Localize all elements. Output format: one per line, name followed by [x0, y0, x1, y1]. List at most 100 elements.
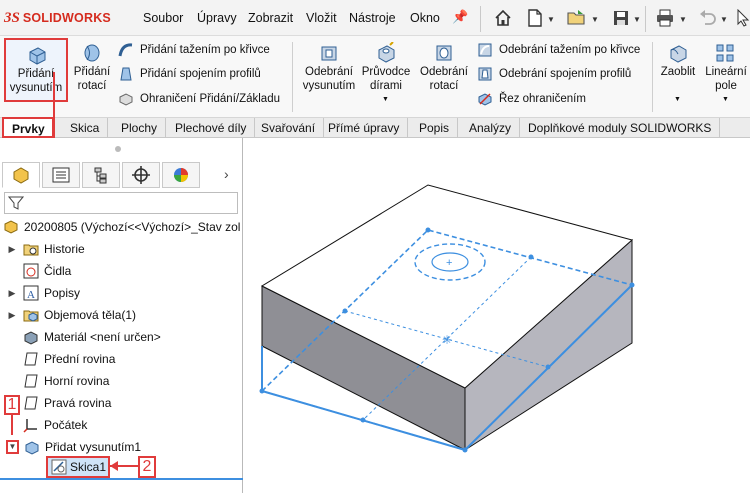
tab-direct-editing[interactable]: Přímé úpravy: [320, 118, 409, 138]
filter-funnel-icon: [8, 196, 24, 210]
undo-icon[interactable]: [697, 7, 719, 29]
tree-item-material[interactable]: Materiál <není určen>: [6, 326, 161, 348]
tree-item-origin[interactable]: Počátek: [6, 414, 87, 436]
menu-window[interactable]: Okno: [410, 11, 440, 25]
tab-feature-manager[interactable]: [2, 162, 40, 188]
graphics-area[interactable]: + ✳: [244, 138, 750, 493]
tree-item-history[interactable]: ▶ Historie: [6, 238, 85, 260]
swept-cut-label: Odebrání tažením po křivce: [499, 44, 641, 56]
hole-wizard-button[interactable]: Průvodce dírami ▼: [360, 38, 412, 103]
print-dropdown-icon[interactable]: ▼: [679, 15, 687, 24]
part-model-view: + ✳: [259, 184, 635, 453]
ribbon-divider: [292, 42, 293, 112]
revolved-cut-button[interactable]: Odebrání rotací: [418, 38, 470, 102]
tree-item-label: Čidla: [44, 264, 72, 278]
open-folder-icon[interactable]: [566, 7, 588, 29]
menu-insert[interactable]: Vložit: [306, 11, 337, 25]
toolbar-divider: [645, 6, 646, 32]
swept-boss-button[interactable]: Přidání tažením po křivce: [118, 40, 270, 60]
tab-markup[interactable]: Popis: [411, 118, 459, 138]
fillet-button[interactable]: Zaoblit ▼: [656, 38, 700, 103]
menu-view[interactable]: Zobrazit: [248, 11, 293, 25]
tree-item-label: Historie: [44, 242, 85, 256]
panel-splitter-handle[interactable]: [115, 146, 121, 152]
tab-configuration-manager[interactable]: [82, 162, 120, 188]
tree-item-top-plane[interactable]: Horní rovina: [6, 370, 109, 392]
pin-icon[interactable]: 📌: [452, 9, 468, 25]
linear-pattern-button[interactable]: Lineární pole ▼: [703, 38, 749, 103]
tab-display-manager[interactable]: [162, 162, 200, 188]
boundary-boss-icon: [119, 93, 133, 106]
expand-arrow-icon[interactable]: ▶: [6, 244, 18, 255]
tree-item-sketch1[interactable]: Skica1: [46, 456, 110, 478]
tab-features[interactable]: Prvky: [2, 117, 54, 138]
annotations-icon: A: [22, 284, 40, 302]
property-manager-icon: [52, 167, 70, 183]
tab-dimxpert-manager[interactable]: [122, 162, 160, 188]
sensor-icon: [22, 262, 40, 280]
open-dropdown-icon[interactable]: ▼: [591, 15, 599, 24]
new-document-icon[interactable]: [524, 7, 546, 29]
fillet-dropdown-icon[interactable]: ▼: [674, 96, 681, 103]
origin-mark: ✳: [442, 333, 452, 347]
tab-sheet-metal[interactable]: Plechové díly: [167, 118, 256, 138]
home-icon[interactable]: [492, 7, 514, 29]
command-manager-ribbon: Přidání vysunutím Přidání rotací Přidání…: [0, 36, 750, 118]
tree-item-front-plane[interactable]: Přední rovina: [6, 348, 115, 370]
panel-next-arrow-icon[interactable]: ›: [224, 166, 229, 182]
tree-root-part[interactable]: 20200805 (Výchozí<<Výchozí>_Stav zol: [0, 216, 240, 238]
logo-prefix: 3S: [4, 9, 20, 26]
crosshair-icon: [132, 166, 150, 184]
expand-arrow-icon[interactable]: ▶: [6, 288, 18, 299]
swept-cut-button[interactable]: Odebrání tažením po křivce: [477, 40, 640, 60]
lofted-boss-button[interactable]: Přidání spojením profilů: [118, 64, 261, 84]
print-icon[interactable]: [654, 7, 676, 29]
tab-weldments[interactable]: Svařování: [253, 118, 325, 138]
lofted-cut-button[interactable]: Odebrání spojením profilů: [477, 64, 631, 84]
filter-field[interactable]: [4, 192, 238, 214]
feature-manager-panel: › 20200805 (Výchozí<<Výchozí>_Stav zol ▶…: [0, 138, 243, 493]
boundary-cut-button[interactable]: Řez ohraničením: [477, 89, 586, 109]
appearance-pie-icon: [174, 168, 188, 182]
menu-tools[interactable]: Nástroje: [349, 11, 396, 25]
title-bar: 3S SOLIDWORKS Soubor Úpravy Zobrazit Vlo…: [0, 0, 750, 36]
tab-surfaces[interactable]: Plochy: [113, 118, 167, 138]
tree-item-annotations[interactable]: ▶ A Popisy: [6, 282, 80, 304]
part-icon: [2, 218, 20, 236]
extruded-cut-icon: [321, 46, 337, 61]
tree-item-label: Materiál <není určen>: [44, 330, 161, 344]
revolve-boss-button[interactable]: Přidání rotací: [71, 38, 113, 102]
linear-pattern-dropdown-icon[interactable]: ▼: [722, 96, 729, 103]
save-icon[interactable]: [610, 7, 632, 29]
solidworks-logo[interactable]: 3S SOLIDWORKS: [4, 9, 111, 27]
tab-addins[interactable]: Doplňkové moduly SOLIDWORKS: [520, 118, 721, 138]
plane-icon: [22, 350, 40, 368]
extruded-cut-button[interactable]: Odebrání vysunutím: [300, 38, 358, 102]
menu-edit[interactable]: Úpravy: [197, 11, 237, 25]
tab-sketch[interactable]: Skica: [62, 118, 109, 138]
tree-item-label: Popisy: [44, 286, 81, 300]
new-dropdown-icon[interactable]: ▼: [547, 15, 555, 24]
tree-item-sensors[interactable]: Čidla: [6, 260, 71, 282]
undo-dropdown-icon[interactable]: ▼: [720, 15, 728, 24]
tab-property-manager[interactable]: [42, 162, 80, 188]
expand-arrow-icon[interactable]: ▶: [6, 310, 18, 321]
tree-item-solid-bodies[interactable]: ▶ Objemová těla(1): [6, 304, 137, 326]
boundary-boss-button[interactable]: Ohraničení Přidání/Základu: [118, 89, 280, 109]
rollback-bar[interactable]: [0, 478, 243, 480]
tree-item-boss-extrude[interactable]: ▼ Přidat vysunutím1: [6, 436, 141, 458]
collapse-arrow-icon[interactable]: ▼: [6, 440, 19, 454]
select-arrow-icon[interactable]: [732, 7, 750, 29]
tab-evaluate[interactable]: Analýzy: [461, 118, 521, 138]
lofted-boss-icon: [120, 67, 132, 81]
fillet-icon: [670, 45, 687, 63]
tree-item-right-plane[interactable]: Pravá rovina: [6, 392, 111, 414]
extrude-boss-button[interactable]: Přidání vysunutím: [4, 38, 68, 102]
save-dropdown-icon[interactable]: ▼: [633, 15, 641, 24]
configuration-manager-icon: [94, 167, 107, 184]
lofted-boss-label: Přidání spojením profilů: [140, 68, 261, 80]
callout-2-arrowhead: [110, 461, 118, 471]
hole-wizard-dropdown-icon[interactable]: ▼: [382, 96, 389, 103]
history-folder-icon: [22, 240, 40, 258]
menu-file[interactable]: Soubor: [143, 11, 183, 25]
